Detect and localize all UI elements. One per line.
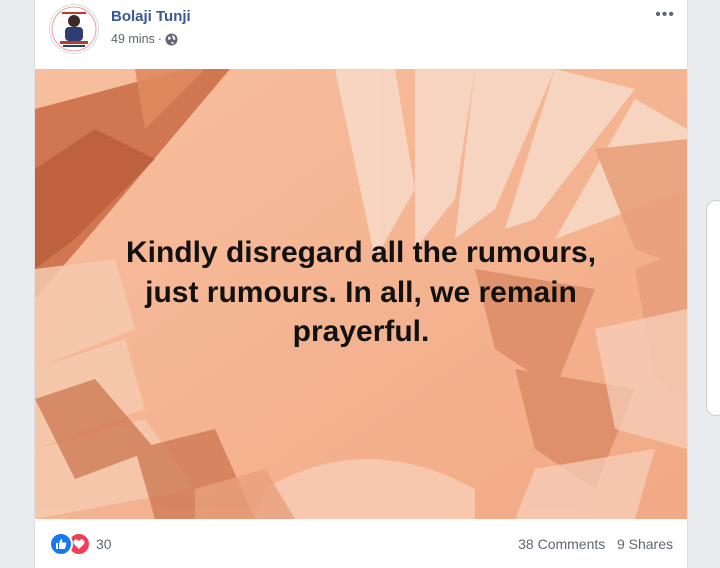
shares-count-link[interactable]: 9 Shares: [617, 536, 673, 552]
author-name[interactable]: Bolaji Tunji: [111, 8, 191, 25]
comments-count-link[interactable]: 38 Comments: [518, 536, 605, 552]
quote-line-2: just rumours. In all, we remain: [145, 275, 577, 309]
author-avatar[interactable]: [49, 4, 99, 54]
globe-icon: [165, 33, 178, 46]
post-header: Bolaji Tunji 49 mins · •••: [49, 4, 687, 58]
reaction-count: 30: [96, 536, 112, 552]
post-time[interactable]: 49 mins: [111, 32, 155, 46]
meta-separator: ·: [157, 32, 162, 46]
more-options-button[interactable]: •••: [655, 6, 675, 24]
quote-line-3: prayerful.: [292, 315, 430, 349]
like-icon: [49, 532, 73, 556]
reactions-summary[interactable]: 30: [49, 532, 112, 556]
quote-line-1: Kindly disregard all the rumours,: [125, 236, 597, 269]
post-image[interactable]: Kindly disregard all the rumours, just r…: [35, 69, 687, 519]
engagement-bar: 30 38 Comments 9 Shares: [49, 530, 673, 560]
post-meta: 49 mins ·: [111, 32, 178, 46]
side-panel-tab[interactable]: [706, 200, 720, 416]
post-quote-text: Kindly disregard all the rumours, just r…: [35, 233, 687, 352]
post-card: Bolaji Tunji 49 mins · ••• Kindly disreg…: [34, 0, 688, 568]
engagement-stats: 38 Comments 9 Shares: [518, 536, 673, 552]
